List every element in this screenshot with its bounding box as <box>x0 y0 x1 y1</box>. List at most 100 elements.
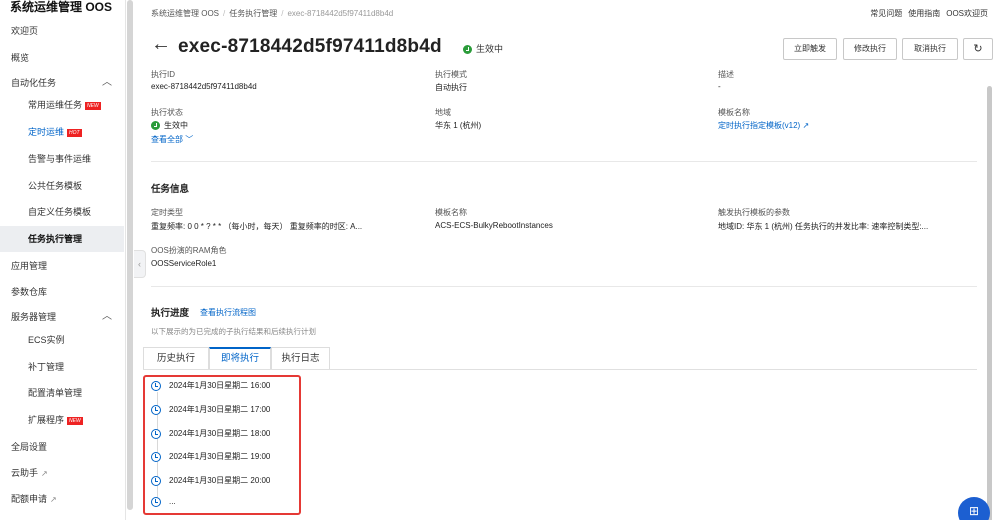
exec-mode-value: 自动执行 <box>435 83 467 92</box>
new-badge: NEW <box>67 417 83 425</box>
sidebar-item-label: 定时运维 <box>28 127 65 137</box>
sidebar-item-custom-templates[interactable]: 自定义任务模板 <box>0 199 124 225</box>
task-template-label: 模板名称 <box>435 208 467 217</box>
breadcrumb: 系统运维管理 OOS / 任务执行管理 / exec-8718442d5f97411d8… <box>151 8 393 19</box>
sidebar-item-app-management[interactable]: 应用管理 <box>0 253 124 279</box>
timer-type-value: 重复频率: 0 0 * ? * * （每小时，每天） 重复频率的时区: A... <box>151 222 363 231</box>
sidebar-item-label: 配额申请 <box>11 494 48 504</box>
page-title: exec-8718442d5f97411d8b4d <box>178 36 442 57</box>
ram-role-value: OOSServiceRole1 <box>151 259 217 268</box>
new-badge: NEW <box>85 102 101 110</box>
sidebar-item-welcome[interactable]: 欢迎页 <box>0 18 124 44</box>
back-arrow-icon[interactable]: ← <box>151 33 171 56</box>
sidebar-item-patch-management[interactable]: 补丁管理 <box>0 354 124 380</box>
divider <box>151 286 977 287</box>
clock-icon <box>151 404 161 415</box>
progress-title: 执行进度 <box>151 308 190 319</box>
sidebar-item-label: 云助手 <box>11 468 39 478</box>
breadcrumb-item-executions[interactable]: 任务执行管理 <box>229 9 277 18</box>
breadcrumb-separator: / <box>223 9 226 18</box>
sidebar-item-label: 服务器管理 <box>11 312 57 322</box>
external-link-icon: ↗ <box>802 121 810 130</box>
sidebar-item-label: 欢迎页 <box>11 26 39 36</box>
schedule-time: 2024年1月30日星期二 19:00 <box>169 452 271 461</box>
sidebar-item-label: 应用管理 <box>11 261 48 271</box>
sidebar-item-common-tasks[interactable]: 常用运维任务 NEW <box>0 92 124 118</box>
sidebar-item-label: 常用运维任务 <box>28 100 83 110</box>
sidebar-item-global-settings[interactable]: 全局设置 <box>0 434 124 460</box>
clock-icon <box>151 380 161 391</box>
task-info-title: 任务信息 <box>151 184 190 195</box>
sidebar-item-alert-ops[interactable]: 告警与事件运维 <box>0 146 124 172</box>
sidebar-item-label: 概览 <box>11 53 30 63</box>
content-scrollbar[interactable] <box>987 86 992 520</box>
schedule-item: 2024年1月30日星期二 18:00 <box>151 428 270 442</box>
clock-icon <box>151 497 161 507</box>
trigger-params-label: 触发执行模板的参数 <box>718 208 790 217</box>
app: 系统运维管理 OOS 欢迎页 概览 自动化任务 ︿ 常用运维任务 NEW 定时运维 H… <box>0 0 996 520</box>
breadcrumb-item-current: exec-8718442d5f97411d8b4d <box>287 9 394 18</box>
breadcrumb-separator: / <box>281 9 284 18</box>
description-value: - <box>718 82 721 91</box>
clock-icon <box>151 475 161 486</box>
view-all-link[interactable]: 查看全部 ﹀ <box>151 134 193 145</box>
status-text: 生效中 <box>476 44 504 54</box>
exec-id-value: exec-8718442d5f97411d8b4d <box>151 82 257 91</box>
sidebar-item-label: 任务执行管理 <box>28 234 83 244</box>
template-name-label: 模板名称 <box>718 108 750 117</box>
exec-state-value: 生效中 <box>151 120 188 131</box>
sidebar-item-public-templates[interactable]: 公共任务模板 <box>0 173 124 199</box>
sidebar-item-scheduled-ops[interactable]: 定时运维 HOT <box>0 119 124 145</box>
chevron-down-icon: ﹀ <box>185 135 194 144</box>
external-link-icon: ↗ <box>50 495 57 504</box>
sidebar-item-extensions[interactable]: 扩展程序 NEW <box>0 407 124 433</box>
view-flowchart-link[interactable]: 查看执行流程图 <box>200 307 256 318</box>
tab-logs[interactable]: 执行日志 <box>271 347 330 369</box>
sidebar-item-inventory[interactable]: 配置清单管理 <box>0 380 124 406</box>
sidebar-item-ecs-instances[interactable]: ECS实例 <box>0 327 124 353</box>
sidebar-item-quota[interactable]: 配额申请 ↗ <box>0 486 124 512</box>
trigger-params-value: 地域ID: 华东 1 (杭州) 任务执行的并发比率: 速率控制类型:... <box>718 222 929 231</box>
schedule-time: 2024年1月30日星期二 20:00 <box>169 476 271 485</box>
sidebar-item-label: 告警与事件运维 <box>28 154 92 164</box>
schedule-item: 2024年1月30日星期二 16:00 <box>151 380 270 394</box>
sidebar-item-overview[interactable]: 概览 <box>0 45 124 71</box>
faq-link[interactable]: 常见问题 <box>870 9 902 18</box>
sidebar-item-cloud-assistant[interactable]: 云助手 ↗ <box>0 460 124 486</box>
schedule-time: 2024年1月30日星期二 16:00 <box>169 381 271 390</box>
exec-state-label: 执行状态 <box>151 108 183 117</box>
divider <box>151 161 977 162</box>
top-links: 常见问题 使用指南 OOS欢迎页 <box>864 8 988 19</box>
exec-mode-label: 执行模式 <box>435 70 467 79</box>
description-label: 描述 <box>718 70 734 79</box>
sidebar-collapse-toggle[interactable]: ‹ <box>134 250 146 278</box>
floating-apps-button[interactable]: ⊞ <box>958 497 990 520</box>
sidebar-item-parameter-store[interactable]: 参数仓库 <box>0 279 124 305</box>
trigger-now-button[interactable]: 立即触发 <box>783 38 837 60</box>
region-label: 地域 <box>435 108 451 117</box>
timer-type-label: 定时类型 <box>151 208 183 217</box>
breadcrumb-item-oos[interactable]: 系统运维管理 OOS <box>151 9 219 18</box>
cancel-execution-button[interactable]: 取消执行 <box>902 38 958 60</box>
sidebar-item-label: 全局设置 <box>11 442 48 452</box>
schedule-item: 2024年1月30日星期二 19:00 <box>151 451 270 465</box>
schedule-time: ... <box>169 497 176 507</box>
sidebar-item-task-executions[interactable]: 任务执行管理 <box>0 226 124 252</box>
clock-icon <box>151 428 161 439</box>
welcome-link[interactable]: OOS欢迎页 <box>946 9 988 18</box>
sidebar-scrollbar[interactable] <box>127 0 133 510</box>
tab-history[interactable]: 历史执行 <box>143 347 209 369</box>
tab-upcoming[interactable]: 即将执行 <box>209 347 271 369</box>
template-link[interactable]: 定时执行指定模板(v12) ↗ <box>718 120 809 131</box>
sidebar-item-label: 补丁管理 <box>28 362 65 372</box>
progress-hint: 以下展示的为已完成的子执行结果和后续执行计划 <box>151 327 316 336</box>
check-circle-icon <box>151 121 160 131</box>
sidebar-item-label: 公共任务模板 <box>28 181 83 191</box>
sidebar-item-label: 自动化任务 <box>11 78 57 88</box>
guide-link[interactable]: 使用指南 <box>908 9 940 18</box>
refresh-button[interactable]: ↻ <box>963 38 993 60</box>
modify-execution-button[interactable]: 修改执行 <box>843 38 897 60</box>
schedule-time: 2024年1月30日星期二 17:00 <box>169 405 271 414</box>
clock-icon <box>151 451 161 462</box>
sidebar-item-label: 扩展程序 <box>28 415 65 425</box>
